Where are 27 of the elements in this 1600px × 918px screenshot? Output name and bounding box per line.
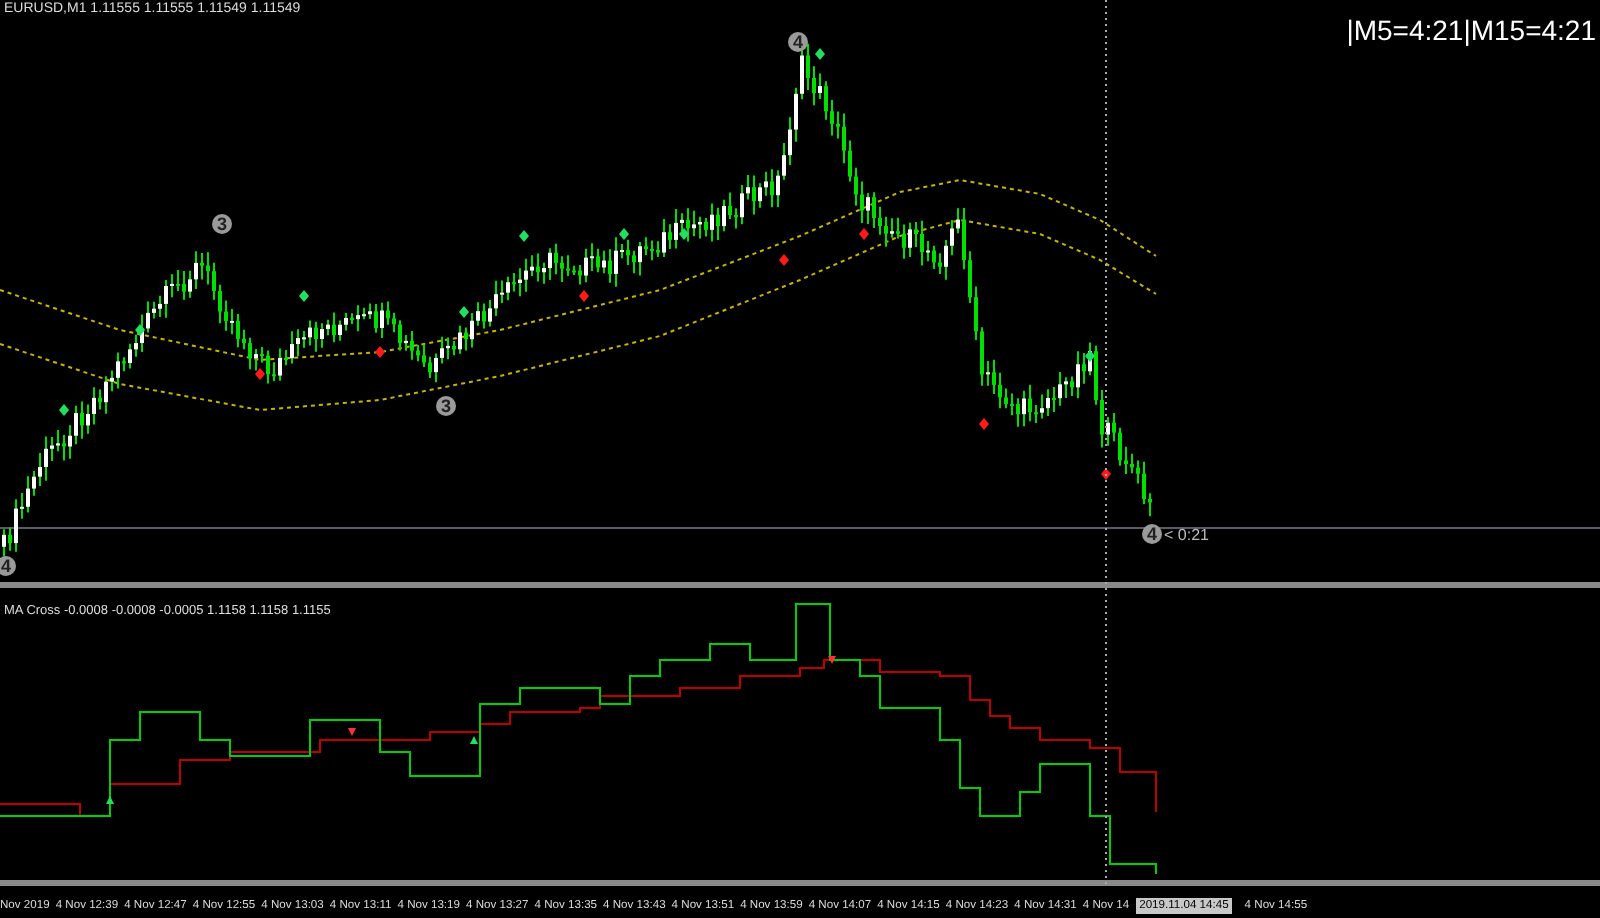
signal-diamond-icon — [579, 290, 589, 302]
wave-label: 3 — [212, 214, 232, 234]
up-arrow-icon — [106, 796, 114, 804]
candle-timer: |M5=4:21|M15=4:21 — [1346, 14, 1596, 46]
signal-diamond-icon — [859, 228, 869, 240]
wave-label: 3 — [436, 396, 456, 416]
signal-diamond-icon — [679, 228, 689, 240]
down-arrow-icon — [348, 728, 356, 736]
signal-diamond-icon — [519, 230, 529, 242]
up-arrow-icon — [470, 736, 478, 744]
price-tag: < 0:21 — [1164, 526, 1209, 544]
signal-diamond-icon — [375, 346, 385, 358]
signal-diamond-icon — [779, 254, 789, 266]
signal-diamond-icon — [299, 290, 309, 302]
signal-diamond-icon — [255, 368, 265, 380]
signal-diamond-icon — [459, 306, 469, 318]
signal-diamond-icon — [135, 324, 145, 336]
wave-label: 4 — [0, 556, 16, 576]
wave-label: 4 — [788, 32, 808, 52]
signal-diamond-icon — [59, 404, 69, 416]
signal-diamond-icon — [815, 48, 825, 60]
wave-label: 4 — [1142, 524, 1162, 544]
signal-diamond-icon — [1101, 468, 1111, 480]
signal-diamond-icon — [1085, 350, 1095, 362]
signal-diamond-icon — [619, 228, 629, 240]
down-arrow-icon — [828, 656, 836, 664]
signal-diamond-icon — [979, 418, 989, 430]
